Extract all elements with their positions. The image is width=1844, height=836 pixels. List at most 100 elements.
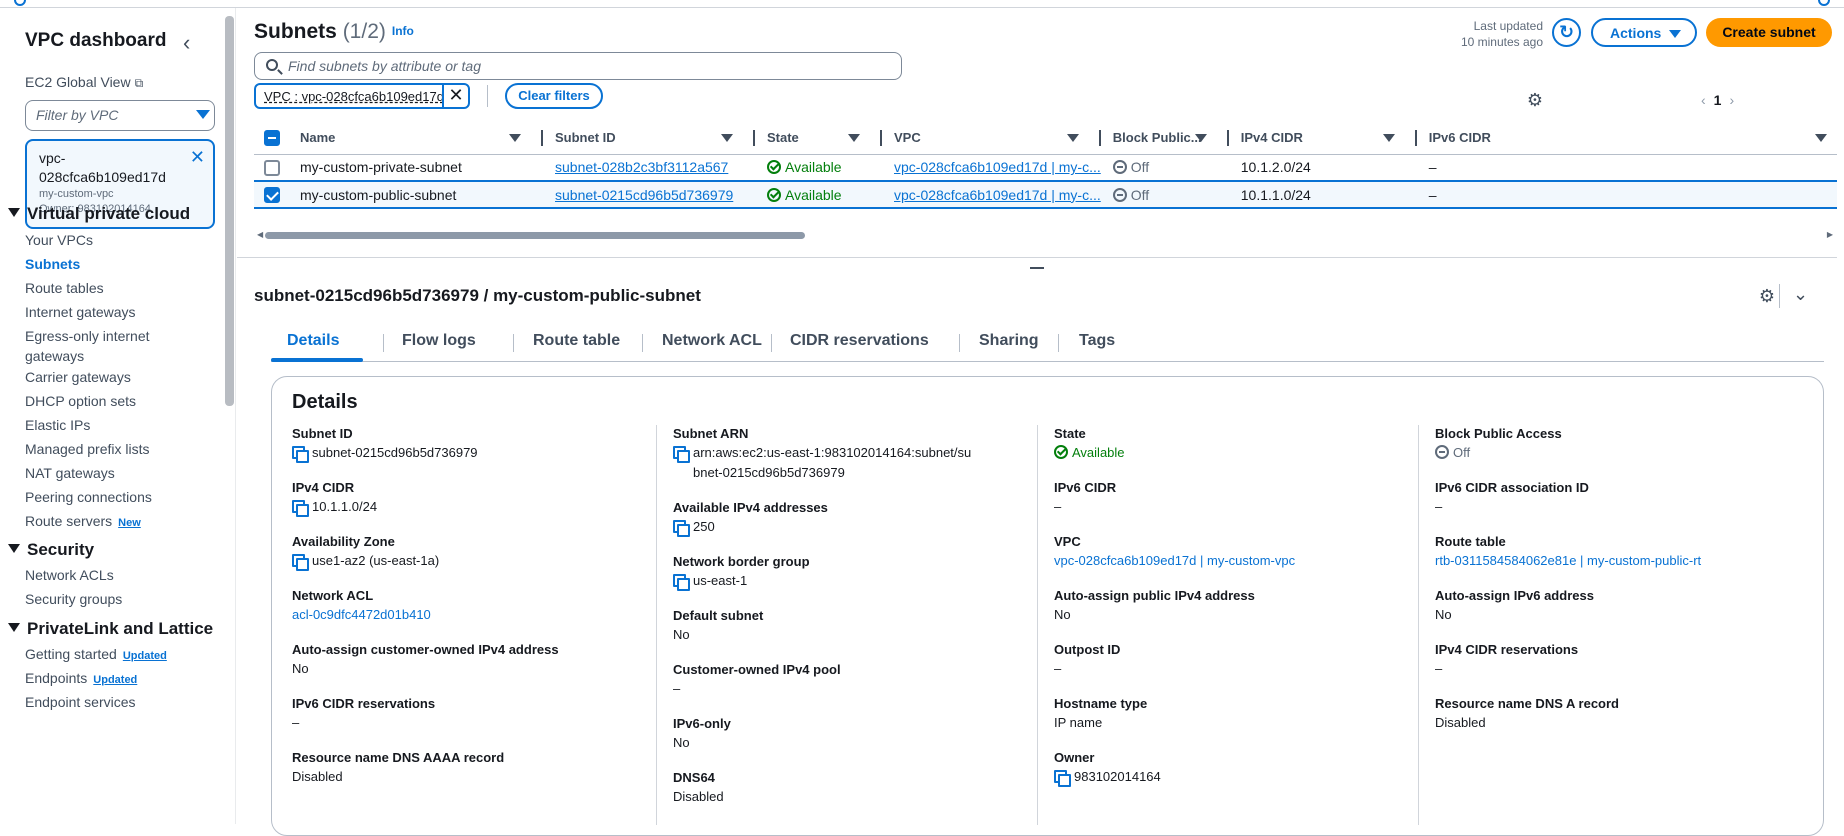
section-virtual-private-cloud[interactable]: Virtual private cloud xyxy=(8,204,190,224)
section-security[interactable]: Security xyxy=(8,540,94,560)
field-value: – xyxy=(673,681,681,696)
vpc-filter-select[interactable]: Filter by VPC xyxy=(25,100,215,131)
sidebar-item-endpoint-services[interactable]: Endpoint services xyxy=(25,692,205,712)
scrollbar-thumb[interactable] xyxy=(265,232,805,239)
field-customer-owned-pool: Customer-owned IPv4 pool – xyxy=(673,661,973,699)
sidebar-item-dhcp-option-sets[interactable]: DHCP option sets xyxy=(25,391,205,411)
clear-filters-button[interactable]: Clear filters xyxy=(505,83,603,109)
vpc-link[interactable]: vpc-028cfca6b109ed17d | my-c... xyxy=(894,159,1101,175)
table-row[interactable]: my-custom-public-subnet subnet-0215cd96b… xyxy=(254,180,1837,209)
collapse-panel-chevron-icon[interactable]: ⌄ xyxy=(1793,284,1808,305)
tab-cidr-reservations[interactable]: CIDR reservations xyxy=(790,332,929,350)
sidebar-item-managed-prefix-lists[interactable]: Managed prefix lists xyxy=(25,439,205,459)
copy-icon[interactable] xyxy=(673,574,690,591)
filter-token[interactable]: VPC : vpc-028cfca6b109ed17d ✕ xyxy=(254,83,470,109)
check-circle-icon xyxy=(767,187,781,202)
info-link[interactable]: Info xyxy=(392,24,414,38)
row-checkbox-cell[interactable] xyxy=(254,180,288,209)
select-all-checkbox[interactable] xyxy=(264,130,280,147)
minus-circle-icon xyxy=(1112,160,1127,175)
sidebar-item-peering-connections[interactable]: Peering connections xyxy=(25,487,205,507)
tab-details[interactable]: Details xyxy=(287,332,339,350)
col-state[interactable]: State xyxy=(755,122,882,155)
row-checkbox[interactable] xyxy=(264,159,280,176)
network-acl-link[interactable]: acl-0c9dfc4472d01b410 xyxy=(292,607,431,622)
copy-icon[interactable] xyxy=(1054,770,1071,787)
field-auto-assign-customer-owned: Auto-assign customer-owned IPv4 address N… xyxy=(292,641,672,679)
sidebar-item-elastic-ips[interactable]: Elastic IPs xyxy=(25,415,205,435)
tab-flow-logs[interactable]: Flow logs xyxy=(402,332,476,350)
col-ipv6-cidr[interactable]: IPv6 CIDR xyxy=(1416,122,1837,155)
sidebar-item-network-acls[interactable]: Network ACLs xyxy=(25,565,205,585)
select-all-checkbox-cell[interactable] xyxy=(254,122,288,155)
copy-icon[interactable] xyxy=(292,500,309,517)
field-label: IPv6 CIDR association ID xyxy=(1435,480,1589,495)
field-value: 250 xyxy=(693,519,715,534)
field-dns-a-record: Resource name DNS A record Disabled xyxy=(1435,695,1815,733)
col-vpc[interactable]: VPC xyxy=(882,122,1101,155)
collapse-sidebar-icon[interactable]: ‹ xyxy=(183,30,190,56)
table-horizontal-scrollbar[interactable]: ◀ ▶ xyxy=(257,230,1837,240)
copy-icon[interactable] xyxy=(673,520,690,537)
field-value: Disabled xyxy=(292,769,343,784)
sidebar-item-route-servers[interactable]: Route servers New xyxy=(25,511,205,533)
sidebar-item-your-vpcs[interactable]: Your VPCs xyxy=(25,230,205,250)
sidebar-item-endpoints[interactable]: Endpoints Updated xyxy=(25,668,205,690)
sidebar-item-egress-only-internet-gateways[interactable]: Egress-only internet gateways xyxy=(25,326,205,366)
sidebar-scrollbar[interactable] xyxy=(225,16,234,406)
copy-icon[interactable] xyxy=(292,446,309,463)
minus-circle-icon xyxy=(1435,445,1449,459)
sidebar-item-subnets[interactable]: Subnets xyxy=(25,254,205,274)
row-checkbox[interactable] xyxy=(264,187,280,204)
current-page[interactable]: 1 xyxy=(1714,92,1722,108)
field-ipv6-cidr-reservations: IPv6 CIDR reservations – xyxy=(292,695,672,733)
prev-page-icon[interactable]: ‹ xyxy=(1701,92,1706,108)
field-label: IPv6 CIDR xyxy=(1054,480,1117,495)
copy-icon[interactable] xyxy=(673,446,690,463)
col-subnet-id[interactable]: Subnet ID xyxy=(543,122,755,155)
sidebar-item-route-tables[interactable]: Route tables xyxy=(25,278,205,298)
subnet-id-link[interactable]: subnet-0215cd96b5d736979 xyxy=(555,187,733,203)
cell-state: Available xyxy=(755,154,882,182)
cell-name: my-custom-public-subnet xyxy=(288,180,543,209)
split-panel-handle[interactable] xyxy=(1030,267,1044,269)
sidebar-item-nat-gateways[interactable]: NAT gateways xyxy=(25,463,205,483)
row-checkbox-cell[interactable] xyxy=(254,154,288,182)
create-subnet-button[interactable]: Create subnet xyxy=(1706,18,1832,47)
col-block-public-access[interactable]: Block Public... xyxy=(1100,122,1229,155)
tab-sharing[interactable]: Sharing xyxy=(979,332,1039,350)
refresh-button[interactable]: ↻ xyxy=(1552,18,1581,47)
sidebar-item-security-groups[interactable]: Security groups xyxy=(25,589,205,609)
search-input[interactable]: Find subnets by attribute or tag xyxy=(254,52,902,80)
next-page-icon[interactable]: › xyxy=(1729,92,1734,108)
sidebar-item-carrier-gateways[interactable]: Carrier gateways xyxy=(25,367,205,387)
state-text: Available xyxy=(785,159,842,176)
actions-dropdown-button[interactable]: Actions xyxy=(1591,18,1697,47)
vpc-link[interactable]: vpc-028cfca6b109ed17d | my-custom-vpc xyxy=(1054,553,1295,568)
scroll-left-icon[interactable]: ◀ xyxy=(257,230,263,239)
vpc-link[interactable]: vpc-028cfca6b109ed17d | my-c... xyxy=(894,187,1101,203)
col-name[interactable]: Name xyxy=(288,122,543,155)
field-value: No xyxy=(673,735,690,750)
scroll-right-icon[interactable]: ▶ xyxy=(1827,230,1833,239)
cell-subnet-id: subnet-028b2c3bf3112a567 xyxy=(543,154,755,182)
tab-network-acl[interactable]: Network ACL xyxy=(662,332,762,350)
field-label: Customer-owned IPv4 pool xyxy=(673,662,841,677)
sidebar-item-getting-started[interactable]: Getting started Updated xyxy=(25,644,205,666)
remove-filter-icon[interactable]: ✕ xyxy=(442,83,468,109)
table-row[interactable]: my-custom-private-subnet subnet-028b2c3b… xyxy=(254,154,1837,182)
sidebar-title[interactable]: VPC dashboard xyxy=(25,30,166,52)
copy-icon[interactable] xyxy=(292,554,309,571)
ec2-global-view-link[interactable]: EC2 Global View ⧉ xyxy=(25,74,143,91)
remove-token-icon[interactable]: ✕ xyxy=(190,147,205,168)
col-ipv4-cidr[interactable]: IPv4 CIDR xyxy=(1228,122,1417,155)
table-preferences-gear-icon[interactable]: ⚙ xyxy=(1525,90,1545,110)
subnet-id-link[interactable]: subnet-028b2c3bf3112a567 xyxy=(555,159,728,175)
tab-route-table[interactable]: Route table xyxy=(533,332,620,350)
section-privatelink-and-lattice[interactable]: PrivateLink and Lattice xyxy=(8,619,213,639)
sidebar-item-internet-gateways[interactable]: Internet gateways xyxy=(25,302,205,322)
detail-preferences-gear-icon[interactable]: ⚙ xyxy=(1757,286,1777,306)
field-label: Resource name DNS AAAA record xyxy=(292,750,505,765)
tab-tags[interactable]: Tags xyxy=(1079,332,1115,350)
route-table-link[interactable]: rtb-0311584584062e81e | my-custom-public… xyxy=(1435,553,1701,568)
